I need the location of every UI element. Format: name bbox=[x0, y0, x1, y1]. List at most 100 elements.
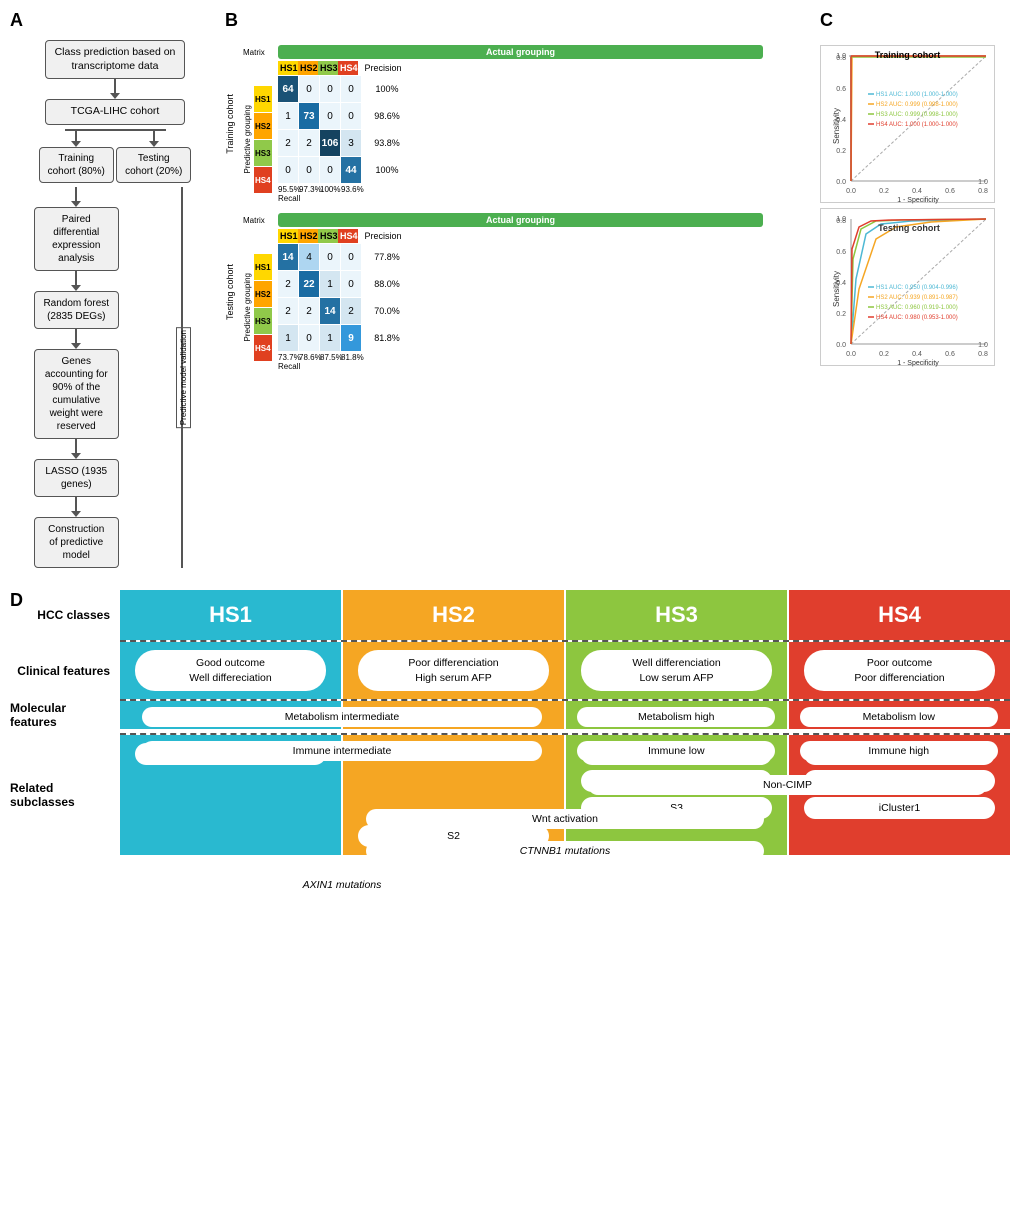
training-prec4: 100% bbox=[362, 157, 412, 183]
hs3-label: HS3 bbox=[655, 602, 698, 628]
testing-actual-label: Actual grouping bbox=[278, 213, 763, 227]
training-rowlabel-space bbox=[243, 61, 278, 75]
immune-high-pill: Immune high bbox=[800, 741, 998, 761]
testing-subheader: HS1 HS2 HS3 HS4 Precision bbox=[243, 229, 815, 243]
testing-cell-21: 2 bbox=[299, 298, 319, 324]
training-cell-23: 3 bbox=[341, 130, 361, 156]
training-roc-title: Training cohort bbox=[875, 50, 941, 60]
panel-d: D HCC classes HS1 HS2 HS3 HS4 bbox=[10, 590, 1010, 855]
svg-text:0.8: 0.8 bbox=[978, 351, 988, 358]
svg-text:HS2 AUC: 0.939 (0.891-0.987): HS2 AUC: 0.939 (0.891-0.987) bbox=[876, 295, 958, 301]
testing-cell-00: 14 bbox=[278, 244, 298, 270]
training-cells: 64 0 0 0 100% 1 73 0 bbox=[278, 76, 815, 203]
testing-cell-12: 1 bbox=[320, 271, 340, 297]
panel-b-label: B bbox=[225, 10, 238, 31]
flow-step1: Class prediction based on transcriptome … bbox=[45, 40, 185, 79]
validation-label: Predictive model validation bbox=[176, 327, 191, 428]
top-row: A Class prediction based on transcriptom… bbox=[10, 10, 1010, 568]
panel-b: B Training cohort Matrix Actual grouping bbox=[225, 10, 815, 568]
testing-recall1: 73.7% bbox=[278, 353, 298, 362]
testing-row-hs1-label: HS1 bbox=[254, 254, 272, 280]
training-cell-20: 2 bbox=[278, 130, 298, 156]
arrow-line2 bbox=[75, 187, 77, 201]
training-precision-col-header: Precision bbox=[358, 61, 408, 75]
flow-step6: LASSO (1935 genes) bbox=[34, 459, 119, 497]
testing-col-hs1: HS1 bbox=[278, 229, 298, 243]
training-cell-30: 0 bbox=[278, 157, 298, 183]
training-cell-13: 0 bbox=[341, 103, 361, 129]
svg-text:0.0: 0.0 bbox=[836, 342, 846, 349]
clinical-hs3: Well differenciationLow serum AFP bbox=[566, 642, 787, 699]
testing-roc-plot: 0.0 0.2 0.4 0.6 0.8 Sensitivity 0.0 0.2 … bbox=[820, 208, 995, 366]
clinical-hs1-pill: Good outcomeWell differeciation bbox=[135, 650, 327, 691]
svg-text:HS1 AUC: 0.950 (0.904-0.996): HS1 AUC: 0.950 (0.904-0.996) bbox=[876, 285, 958, 291]
training-roc-svg: 0.0 0.2 0.4 0.6 0.8 Sensitivity 0.0 0.2 … bbox=[821, 46, 996, 204]
training-prec2: 98.6% bbox=[362, 103, 412, 129]
svg-text:1 - Specificity: 1 - Specificity bbox=[897, 197, 939, 204]
testing-cell-22: 14 bbox=[320, 298, 340, 324]
panel-d-content: HCC classes HS1 HS2 HS3 HS4 bbox=[10, 590, 1010, 855]
training-cell-11: 73 bbox=[299, 103, 319, 129]
training-pred-label-col: Predictive grouping HS1 HS2 HS3 HS4 bbox=[243, 76, 278, 203]
branch: Training cohort (80%) Testing cohort (20… bbox=[38, 129, 193, 183]
testing-cell-23: 2 bbox=[341, 298, 361, 324]
svg-text:1 - Specificity: 1 - Specificity bbox=[897, 360, 939, 367]
training-row-hs4-label: HS4 bbox=[254, 167, 272, 193]
training-roc-plot: Training cohort 0.0 0.2 0.4 0.6 0.8 Sens… bbox=[820, 45, 995, 203]
testing-hs-labels: HS1 HS2 HS3 HS4 bbox=[254, 254, 272, 361]
testing-col-hs2: HS2 bbox=[298, 229, 318, 243]
svg-text:0.6: 0.6 bbox=[945, 188, 955, 195]
axin1-container: AXIN1 mutations bbox=[120, 875, 564, 895]
ctnnb1-container: CTNNB1 mutations bbox=[344, 841, 787, 861]
training-col-hs4: HS4 bbox=[338, 61, 358, 75]
svg-text:Sensitivity: Sensitivity bbox=[832, 271, 841, 307]
training-recall4: 93.6% bbox=[341, 185, 361, 194]
training-row3: 2 2 106 3 93.8% bbox=[278, 130, 815, 156]
clinical-hs2: Poor differenciationHigh serum AFP bbox=[343, 642, 564, 699]
subclass-hs4-icluster1: iCluster1 bbox=[804, 797, 996, 819]
svg-text:0.0: 0.0 bbox=[846, 188, 856, 195]
testing-cells: 14 4 0 0 77.8% 2 22 1 bbox=[278, 244, 815, 371]
training-cell-02: 0 bbox=[320, 76, 340, 102]
testing-roc-svg: 0.0 0.2 0.4 0.6 0.8 Sensitivity 0.0 0.2 … bbox=[821, 209, 996, 367]
non-cimp-container: Non-CIMP bbox=[566, 775, 1009, 795]
metabolism-intermediate-container: Metabolism intermediate bbox=[120, 707, 564, 727]
testing-recall4: 81.8% bbox=[341, 353, 361, 362]
training-matrix-wrapper: Training cohort Matrix Actual grouping bbox=[225, 45, 815, 203]
immune-intermediate-pill: Immune intermediate bbox=[142, 741, 542, 761]
training-col-hs1: HS1 bbox=[278, 61, 298, 75]
svg-text:0.4: 0.4 bbox=[912, 188, 922, 195]
arrow-line4 bbox=[75, 329, 77, 343]
training-recall-label: Recall bbox=[278, 194, 300, 203]
training-cell-21: 2 bbox=[299, 130, 319, 156]
training-recall2: 97.3% bbox=[299, 185, 319, 194]
wnt-container: Wnt activation bbox=[344, 809, 787, 829]
svg-text:0.6: 0.6 bbox=[836, 249, 846, 256]
branch-right: Testing cohort (20%) bbox=[116, 147, 191, 183]
flow-step3: Paired differential expression analysis bbox=[34, 207, 119, 271]
svg-text:0.2: 0.2 bbox=[879, 188, 889, 195]
arrow-line1 bbox=[114, 79, 116, 93]
testing-prec4: 81.8% bbox=[362, 325, 412, 351]
metabolism-low-pill: Metabolism low bbox=[800, 707, 998, 727]
training-actual-label: Actual grouping bbox=[278, 45, 763, 59]
metabolism-low-container: Metabolism low bbox=[789, 707, 1010, 727]
clinical-hs4: Poor outcomePoor differenciation bbox=[789, 642, 1010, 699]
training-prec3: 93.8% bbox=[362, 130, 412, 156]
arrow3 bbox=[71, 271, 81, 291]
svg-text:0.8: 0.8 bbox=[978, 188, 988, 195]
testing-row4: 1 0 1 9 81.8% bbox=[278, 325, 815, 351]
training-row-hs3-label: HS3 bbox=[254, 140, 272, 166]
arrow4 bbox=[71, 329, 81, 349]
hs2-class-cell: HS2 bbox=[343, 590, 564, 640]
training-hs-labels: HS1 HS2 HS3 HS4 bbox=[254, 86, 272, 193]
non-cimp-pill: Non-CIMP bbox=[588, 775, 987, 795]
testing-actual-header: Actual grouping bbox=[278, 213, 815, 227]
hcc-classes-cols: HS1 HS2 HS3 HS4 bbox=[120, 590, 1010, 640]
right-branch: Testing cohort (20%) bbox=[115, 129, 193, 183]
training-col-hs2: HS2 bbox=[298, 61, 318, 75]
clinical-features-row: Clinical features Good outcomeWell diffe… bbox=[10, 642, 1010, 699]
left-cont-inner: Paired differential expression analysis … bbox=[38, 187, 116, 568]
testing-row1: 14 4 0 0 77.8% bbox=[278, 244, 815, 270]
training-recall-spacer bbox=[362, 185, 412, 194]
